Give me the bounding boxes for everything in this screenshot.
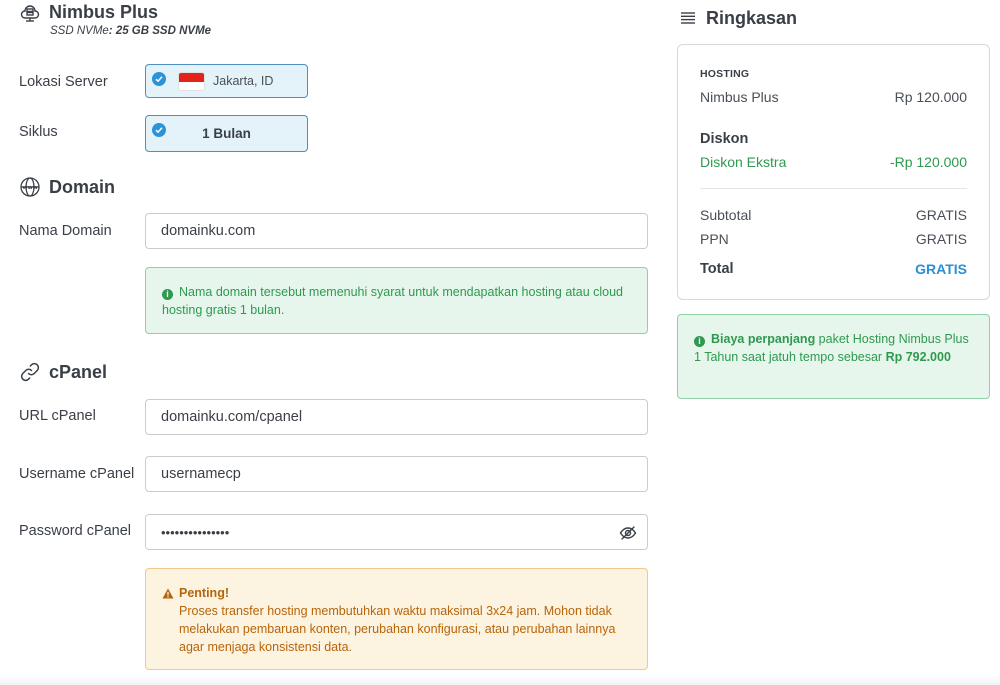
product-subtitle-value: : 25 GB SSD NVMe: [108, 25, 212, 37]
summary-card: HOSTING Nimbus Plus Rp 120.000 Diskon Di…: [677, 44, 990, 300]
cpanel-url-value: domainku.com/cpanel: [161, 409, 303, 425]
domain-section-title: www Domain: [19, 176, 115, 198]
subtotal-label: Subtotal: [700, 207, 752, 223]
tax-value: GRATIS: [915, 231, 967, 247]
renewal-notice: i Biaya perpanjang paket Hosting Nimbus P…: [677, 314, 990, 399]
hosting-item-row: Nimbus Plus Rp 120.000: [700, 89, 967, 105]
cpanel-username-input[interactable]: usernamecp: [145, 456, 648, 492]
discount-name: Diskon Ekstra: [700, 154, 787, 170]
warning-title: Penting!: [179, 586, 229, 600]
cpanel-warning: Penting! Proses transfer hosting membutu…: [145, 568, 648, 670]
discount-row: Diskon Ekstra -Rp 120.000: [700, 154, 967, 170]
cycle-option[interactable]: 1 Bulan: [145, 115, 308, 152]
total-row: Total GRATIS: [700, 261, 967, 277]
cpanel-password-value: •••••••••••••••: [161, 524, 230, 540]
tax-row: PPN GRATIS: [700, 231, 967, 247]
tax-label: PPN: [700, 231, 729, 247]
bottom-fade: [0, 676, 1000, 685]
location-option[interactable]: Jakarta, ID: [145, 64, 308, 98]
domain-field-label: Nama Domain: [19, 223, 112, 239]
cpanel-password-input[interactable]: •••••••••••••••: [145, 514, 648, 550]
product-header: Nimbus Plus: [19, 1, 158, 23]
domain-input-value: domainku.com: [161, 223, 256, 239]
indonesia-flag-icon: [179, 73, 204, 90]
cpanel-url-label: URL cPanel: [19, 408, 96, 424]
discount-header: Diskon: [700, 131, 967, 147]
cpanel-section-title: cPanel: [19, 361, 107, 383]
server-icon: [19, 1, 41, 23]
check-icon: [152, 72, 166, 86]
link-icon: [19, 361, 41, 383]
location-label: Lokasi Server: [19, 74, 108, 90]
domain-eligibility-notice: i Nama domain tersebut memenuhi syarat un…: [145, 267, 648, 334]
location-value: Jakarta, ID: [213, 74, 274, 88]
product-subtitle: SSD NVMe: 25 GB SSD NVMe: [50, 25, 211, 37]
domain-input[interactable]: domainku.com: [145, 213, 648, 249]
total-label: Total: [700, 261, 734, 277]
total-value: GRATIS: [915, 261, 967, 277]
cpanel-password-label: Password cPanel: [19, 523, 132, 539]
cycle-label: Siklus: [19, 124, 58, 140]
summary-divider: [700, 188, 967, 189]
summary-title-text: Ringkasan: [706, 7, 798, 28]
cpanel-title: cPanel: [49, 361, 108, 382]
product-subtitle-label: SSD NVMe: [50, 25, 109, 37]
subtotal-value: GRATIS: [915, 207, 967, 223]
renewal-lead: Biaya perpanjang: [711, 332, 816, 346]
warning-icon: [162, 588, 174, 599]
cpanel-url-input[interactable]: domainku.com/cpanel: [145, 399, 648, 435]
domain-title: Domain: [49, 176, 116, 197]
info-icon: i: [694, 335, 705, 347]
list-icon: [679, 7, 697, 29]
cpanel-username-value: usernamecp: [161, 466, 241, 482]
warning-text: Proses transfer hosting membutuhkan wakt…: [179, 604, 616, 654]
renewal-amount: Rp 792.000: [885, 350, 951, 364]
subtotal-row: Subtotal GRATIS: [700, 207, 967, 223]
hosting-header: HOSTING: [700, 68, 750, 80]
hosting-item-price: Rp 120.000: [894, 89, 967, 105]
info-icon: i: [162, 288, 173, 300]
hosting-item-name: Nimbus Plus: [700, 89, 779, 105]
domain-notice-text: Nama domain tersebut memenuhi syarat unt…: [162, 285, 624, 317]
summary-title: Ringkasan: [679, 7, 797, 29]
svg-text:www: www: [23, 185, 38, 191]
cpanel-username-label: Username cPanel: [19, 466, 135, 482]
cycle-value: 1 Bulan: [202, 126, 251, 141]
discount-header-text: Diskon: [700, 131, 749, 147]
eye-off-icon[interactable]: [619, 524, 637, 542]
globe-icon: www: [19, 176, 41, 198]
product-title: Nimbus Plus: [49, 1, 159, 22]
discount-value: -Rp 120.000: [889, 154, 967, 170]
